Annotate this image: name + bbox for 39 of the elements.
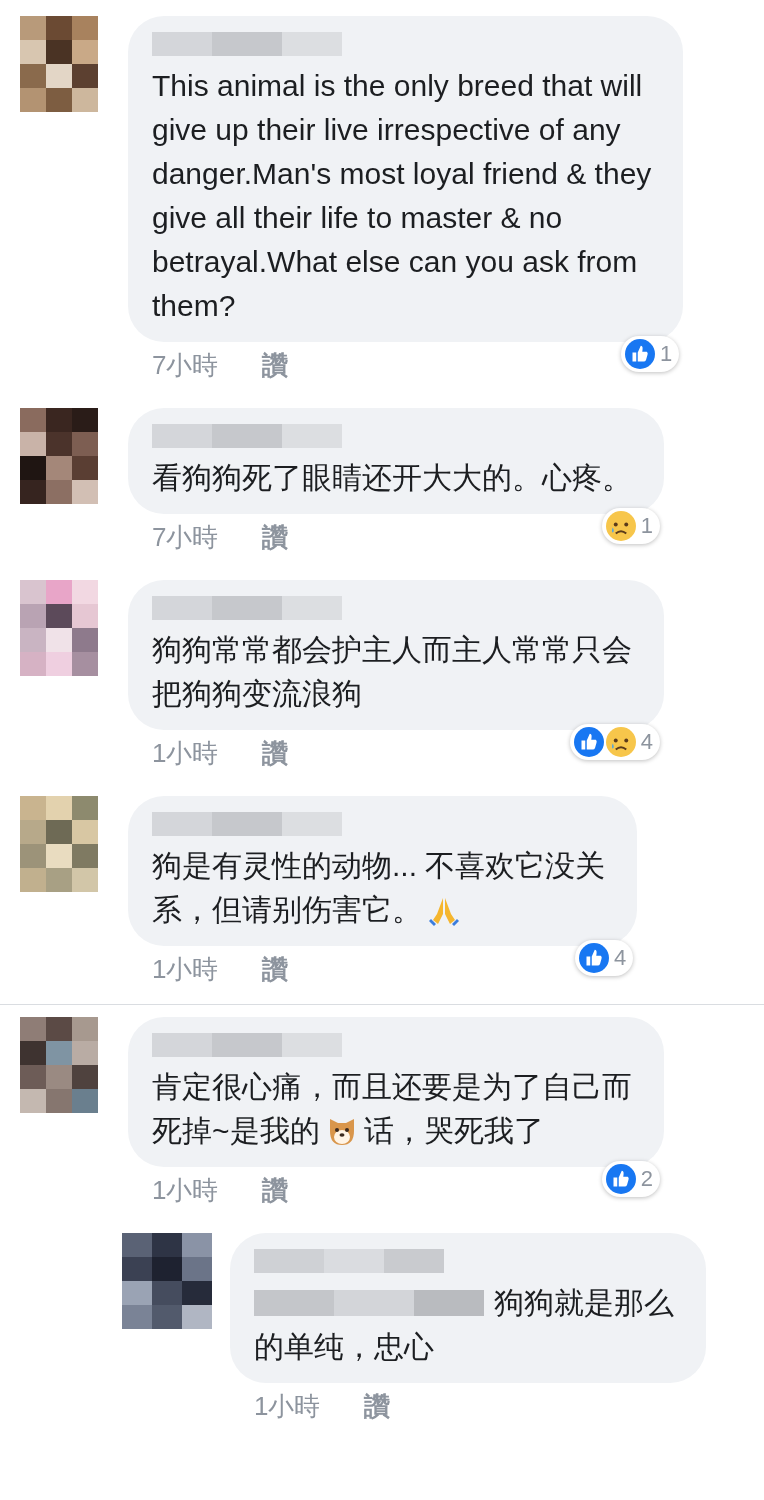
comment-text: 把狗狗变流浪狗 — [152, 676, 362, 712]
reaction-count: 1 — [660, 341, 673, 367]
thumbs-up-icon — [605, 1164, 636, 1194]
like-link[interactable]: 讚 — [262, 347, 289, 383]
comment-time[interactable]: 7小時 — [152, 347, 219, 383]
sad-face-icon — [605, 727, 636, 757]
sad-face-icon — [605, 511, 636, 541]
like-link[interactable]: 讚 — [262, 735, 289, 771]
comment-text: This animal is the only breed that will give up their live irrespective of any danger.Man's most loyal friend & they give all their life to master & no betrayal.What else can you ask from them? — [152, 68, 652, 324]
comment-time[interactable]: 1小時 — [152, 735, 219, 771]
like-link[interactable]: 讚 — [262, 1172, 289, 1208]
comment-time[interactable]: 1小時 — [152, 951, 219, 987]
comment-text: 死掉~是我的 — [152, 1113, 320, 1149]
reaction-count: 1 — [640, 513, 653, 539]
comment-time[interactable]: 1小時 — [152, 1172, 219, 1208]
comment-text: 肯定很心痛，而且还要是为了自己而 — [152, 1069, 632, 1105]
comment-text: 狗是有灵性的动物... 不喜欢它没关 — [152, 848, 606, 884]
comment-time[interactable]: 1小時 — [254, 1388, 321, 1424]
thumbs-up-icon — [579, 943, 610, 973]
reaction-count: 4 — [614, 945, 627, 971]
reaction-count: 2 — [640, 1166, 653, 1192]
comment-text: 话，哭死我了 — [363, 1113, 544, 1149]
reaction-badge[interactable]: 4 — [569, 724, 660, 760]
comment-time[interactable]: 7小時 — [152, 519, 219, 555]
like-link[interactable]: 讚 — [262, 519, 289, 555]
comment-text: 狗狗就是那么 — [494, 1285, 674, 1321]
comment-text: 的单纯，忠心 — [254, 1329, 434, 1365]
reaction-badge[interactable]: 2 — [601, 1161, 660, 1197]
reaction-badge[interactable]: 1 — [601, 508, 660, 544]
comment-text: 狗狗常常都会护主人而主人常常只会 — [152, 632, 632, 668]
reaction-count: 4 — [640, 729, 653, 755]
like-link[interactable]: 讚 — [364, 1388, 391, 1424]
thumbs-up-icon — [573, 727, 604, 757]
reaction-badge[interactable]: 1 — [621, 336, 680, 372]
thumbs-up-icon — [625, 339, 656, 369]
reaction-badge[interactable]: 4 — [575, 940, 634, 976]
comment-text: 系，但请别伤害它。 — [152, 892, 422, 928]
like-link[interactable]: 讚 — [262, 951, 289, 987]
comment-text: 看狗狗死了眼睛还开大大的。心疼。 — [152, 460, 632, 496]
